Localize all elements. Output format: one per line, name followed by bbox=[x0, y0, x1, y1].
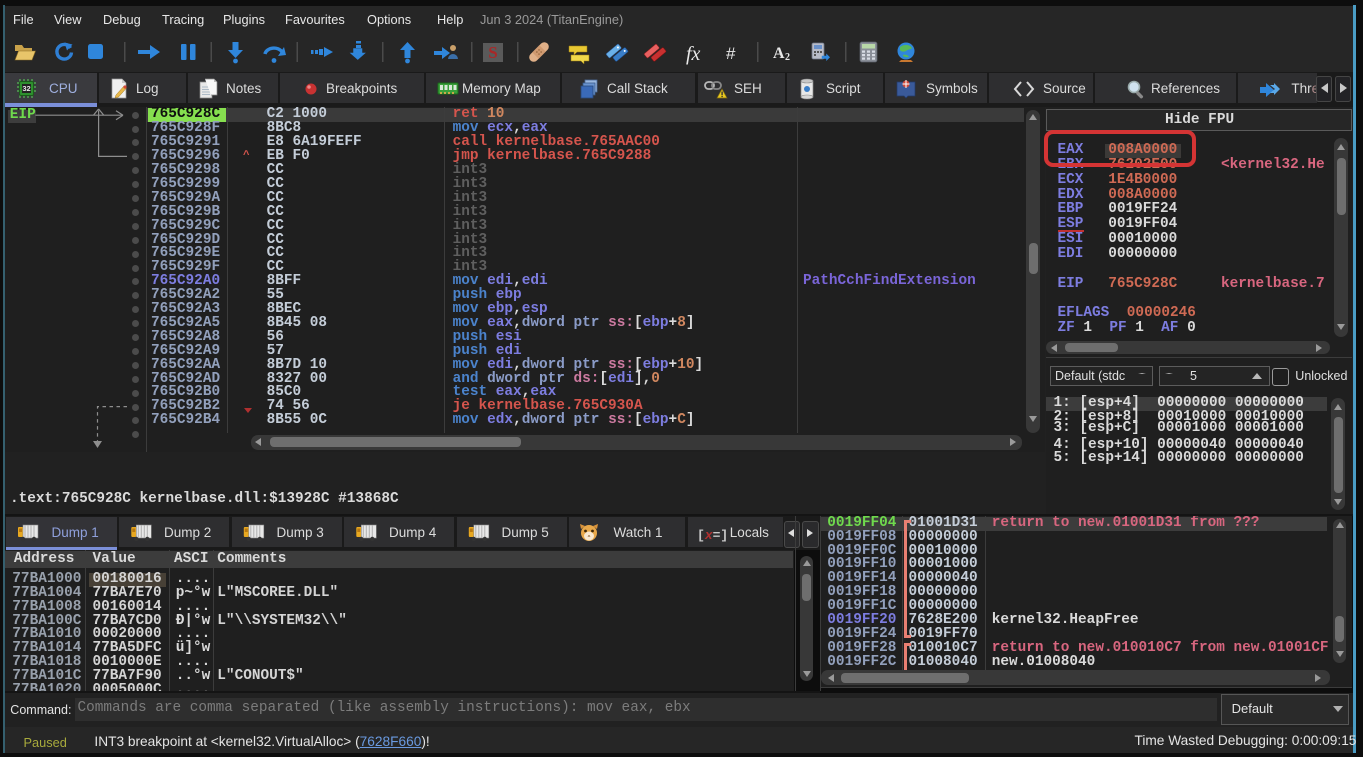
svg-text:[x=]: [x=] bbox=[697, 528, 728, 543]
svg-text:S: S bbox=[488, 43, 497, 62]
svg-text:A: A bbox=[773, 45, 785, 62]
svg-text:#: # bbox=[726, 44, 736, 63]
svg-text:fx: fx bbox=[686, 43, 701, 65]
svg-text:2: 2 bbox=[785, 52, 790, 63]
svg-text:32: 32 bbox=[22, 84, 30, 93]
